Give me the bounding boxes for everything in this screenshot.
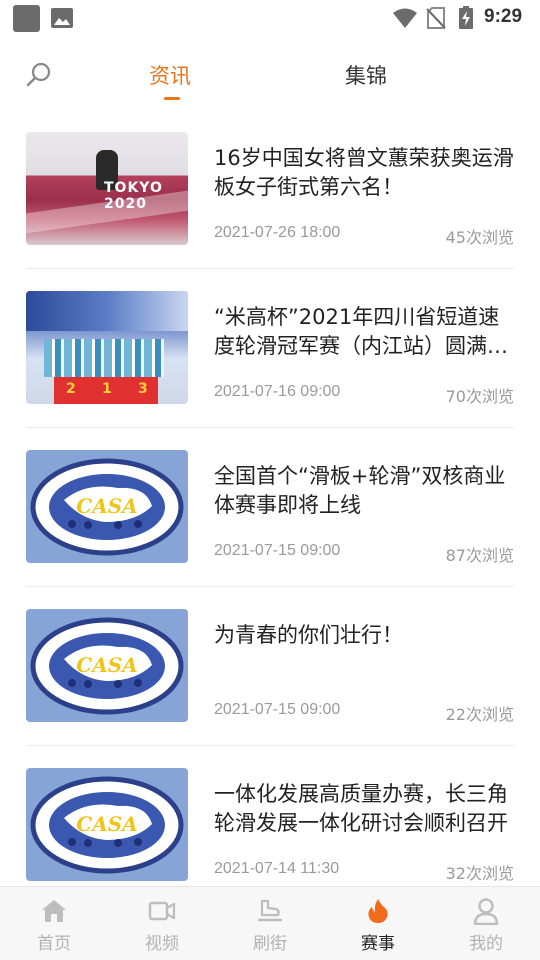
news-item[interactable]: TOKYO 2020 16岁中国女将曾文蕙荣获奥运滑板女子街式第六名！ 2021…: [26, 110, 514, 269]
nav-home[interactable]: 首页: [0, 887, 108, 960]
news-title: 全国首个“滑板+轮滑”双核商业体赛事即将上线: [214, 464, 506, 517]
nav-profile[interactable]: 我的: [432, 887, 540, 960]
news-thumbnail: CASA: [26, 609, 188, 722]
nav-video[interactable]: 视频: [108, 887, 216, 960]
news-title: “米高杯”2021年四川省短道速度轮滑冠军赛（内江站）圆满落幕: [214, 305, 508, 358]
nav-skate[interactable]: 刷街: [216, 887, 324, 960]
news-item[interactable]: 2 1 3 “米高杯”2021年四川省短道速度轮滑冠军赛（内江站）圆满落幕 20…: [26, 269, 514, 428]
no-sim-icon: [426, 7, 446, 29]
svg-text:CASA: CASA: [76, 494, 137, 518]
search-icon[interactable]: [26, 62, 52, 88]
wifi-icon: [393, 8, 417, 28]
tab-news[interactable]: 资讯: [149, 60, 191, 90]
nav-label: 视频: [145, 934, 179, 954]
news-thumbnail: TOKYO 2020: [26, 132, 188, 245]
news-item[interactable]: CASA 全国首个“滑板+轮滑”双核商业体赛事即将上线 2021-07-15 0…: [26, 428, 514, 587]
news-title: 为青春的你们壮行！: [214, 623, 403, 647]
news-views: 87次浏览: [445, 546, 514, 565]
news-date: 2021-07-15 09:00: [214, 542, 341, 559]
video-icon: [148, 901, 176, 921]
thumbnail-text: TOKYO 2020: [104, 180, 163, 212]
svg-text:CASA: CASA: [76, 653, 137, 677]
tab-highlights[interactable]: 集锦: [345, 60, 387, 90]
home-icon: [42, 900, 66, 922]
svg-text:CASA: CASA: [76, 812, 137, 836]
news-title: 一体化发展高质量办赛，长三角轮滑发展一体化研讨会顺利召开: [214, 782, 508, 835]
app-icon: [13, 5, 40, 32]
status-bar: 9:29: [0, 0, 540, 36]
battery-charging-icon: [459, 6, 473, 29]
news-thumbnail: CASA: [26, 768, 188, 881]
news-date: 2021-07-14 11:30: [214, 860, 340, 877]
news-date: 2021-07-16 09:00: [214, 383, 341, 400]
news-title: 16岁中国女将曾文蕙荣获奥运滑板女子街式第六名！: [214, 146, 514, 199]
nav-label: 首页: [37, 934, 71, 954]
casa-logo-icon: CASA: [30, 617, 184, 715]
news-date: 2021-07-26 18:00: [214, 224, 341, 241]
casa-logo-icon: CASA: [30, 458, 184, 556]
news-thumbnail: CASA: [26, 450, 188, 563]
news-views: 45次浏览: [445, 228, 514, 247]
news-item[interactable]: CASA 为青春的你们壮行！ 2021-07-15 09:00 22次浏览: [26, 587, 514, 746]
bottom-nav: 首页 视频 刷街 赛事 我的: [0, 886, 540, 960]
skate-icon: [257, 899, 283, 922]
news-thumbnail: 2 1 3: [26, 291, 188, 404]
image-icon: [51, 8, 73, 28]
news-views: 22次浏览: [445, 705, 514, 724]
active-tab-indicator: [164, 97, 180, 100]
casa-logo-icon: CASA: [30, 776, 184, 874]
nav-events[interactable]: 赛事: [324, 887, 432, 960]
profile-icon: [473, 898, 499, 925]
clock: 9:29: [484, 6, 523, 27]
news-date: 2021-07-15 09:00: [214, 701, 341, 718]
fire-icon: [368, 899, 388, 923]
news-item[interactable]: CASA 一体化发展高质量办赛，长三角轮滑发展一体化研讨会顺利召开 2021-0…: [26, 746, 514, 905]
news-views: 32次浏览: [445, 864, 514, 883]
news-views: 70次浏览: [445, 387, 514, 406]
nav-label: 刷街: [253, 934, 287, 954]
nav-label: 我的: [469, 934, 503, 954]
nav-label: 赛事: [361, 934, 395, 954]
